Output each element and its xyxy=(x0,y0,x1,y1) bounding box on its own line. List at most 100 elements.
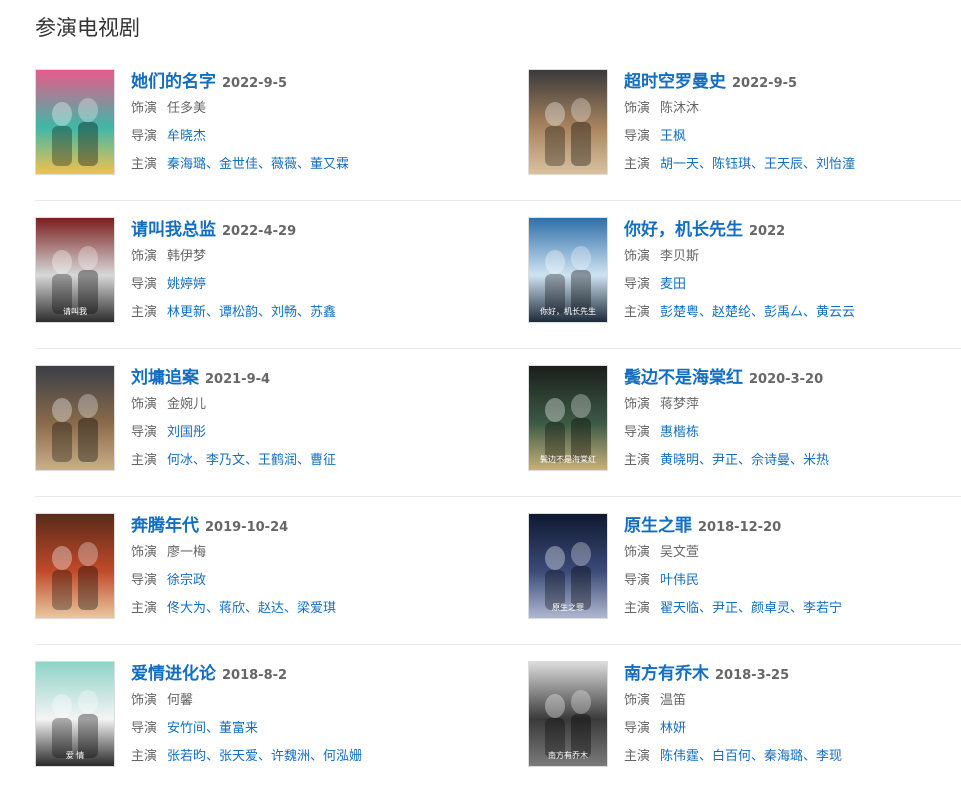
director-link[interactable]: 惠楷栋 xyxy=(660,425,699,440)
poster-image[interactable]: 爱 情 xyxy=(35,661,115,767)
drama-title-link[interactable]: 请叫我总监 xyxy=(131,220,216,240)
director-link[interactable]: 安竹间、董富来 xyxy=(167,721,258,736)
director-link[interactable]: 林妍 xyxy=(660,721,686,736)
cast-line: 主演 黄晓明、尹正、佘诗曼、米热 xyxy=(624,447,961,475)
cast-links[interactable]: 何冰、李乃文、王鹤润、曹征 xyxy=(167,453,336,468)
drama-title-link[interactable]: 南方有乔木 xyxy=(624,664,709,684)
drama-title-link[interactable]: 奔腾年代 xyxy=(131,516,199,536)
cast-label: 主演 xyxy=(624,305,651,320)
role-label: 饰演 xyxy=(624,397,651,412)
drama-title-link[interactable]: 超时空罗曼史 xyxy=(624,72,726,92)
poster-caption: 请叫我 xyxy=(63,306,87,316)
director-line: 导演 叶伟民 xyxy=(624,567,961,595)
role-name: 李贝斯 xyxy=(660,249,700,264)
cast-links[interactable]: 黄晓明、尹正、佘诗曼、米热 xyxy=(660,453,829,468)
director-label: 导演 xyxy=(624,129,651,144)
title-line: 奔腾年代 2019-10-24 xyxy=(131,513,481,539)
role-line: 饰演 李贝斯 xyxy=(624,243,961,271)
drama-card: 原生之罪 原生之罪 2018-12-20 饰演 吴文萱 导演 叶伟民 主演 翟天临、尹正… xyxy=(528,513,961,619)
director-link[interactable]: 麦田 xyxy=(660,277,686,292)
drama-info: 南方有乔木 2018-3-25 饰演 温笛 导演 林妍 主演 陈伟霆、白百何、秦海璐、李… xyxy=(624,661,961,771)
release-date: 2022-4-29 xyxy=(222,224,297,239)
cast-line: 主演 何冰、李乃文、王鹤润、曹征 xyxy=(131,447,481,475)
title-line: 南方有乔木 2018-3-25 xyxy=(624,661,961,687)
director-line: 导演 牟晓杰 xyxy=(131,123,481,151)
role-name: 韩伊梦 xyxy=(167,249,207,264)
drama-title-link[interactable]: 刘墉追案 xyxy=(131,368,199,388)
cast-links[interactable]: 彭楚粤、赵楚纶、彭禹厶、黄云云 xyxy=(660,305,855,320)
drama-grid: 她们的名字 2022-9-5 饰演 任多美 导演 牟晓杰 主演 秦海璐、金世佳、薇薇、董… xyxy=(35,53,961,792)
role-line: 饰演 任多美 xyxy=(131,95,481,123)
poster-art: 请叫我 xyxy=(36,218,114,322)
release-date: 2018-3-25 xyxy=(715,668,790,683)
role-label: 饰演 xyxy=(624,101,651,116)
role-line: 饰演 吴文萱 xyxy=(624,539,961,567)
role-line: 饰演 何馨 xyxy=(131,687,481,715)
director-label: 导演 xyxy=(624,573,651,588)
drama-info: 请叫我总监 2022-4-29 饰演 韩伊梦 导演 姚婷婷 主演 林更新、谭松韵、刘畅、… xyxy=(131,217,481,327)
director-link[interactable]: 牟晓杰 xyxy=(167,129,206,144)
poster-image[interactable]: 原生之罪 xyxy=(528,513,608,619)
poster-image[interactable] xyxy=(35,69,115,175)
poster-image[interactable]: 鬓边不是海棠红 xyxy=(528,365,608,471)
director-line: 导演 王枫 xyxy=(624,123,961,151)
drama-info: 爱情进化论 2018-8-2 饰演 何馨 导演 安竹间、董富来 主演 张若昀、张天爱、许… xyxy=(131,661,481,771)
director-link[interactable]: 徐宗政 xyxy=(167,573,206,588)
poster-image[interactable] xyxy=(35,365,115,471)
release-date: 2018-12-20 xyxy=(698,520,782,535)
drama-title-link[interactable]: 爱情进化论 xyxy=(131,664,216,684)
title-line: 刘墉追案 2021-9-4 xyxy=(131,365,481,391)
poster-art: 原生之罪 xyxy=(529,514,607,618)
poster-image[interactable]: 你好，机长先生 xyxy=(528,217,608,323)
poster-caption: 南方有乔木 xyxy=(548,750,588,760)
role-label: 饰演 xyxy=(131,545,158,560)
director-link[interactable]: 姚婷婷 xyxy=(167,277,206,292)
poster-image[interactable]: 请叫我 xyxy=(35,217,115,323)
poster-image[interactable] xyxy=(528,69,608,175)
drama-card: 请叫我 请叫我总监 2022-4-29 饰演 韩伊梦 导演 姚婷婷 主演 林更新、谭松韵… xyxy=(35,217,485,323)
drama-card: 鬓边不是海棠红 鬓边不是海棠红 2020-3-20 饰演 蒋梦萍 导演 惠楷栋 主演黄… xyxy=(528,365,961,471)
release-date: 2022-9-5 xyxy=(732,76,798,91)
director-line: 导演 惠楷栋 xyxy=(624,419,961,447)
drama-card: 南方有乔木 南方有乔木 2018-3-25 饰演 温笛 导演 林妍 主演 陈伟霆、白百何… xyxy=(528,661,961,767)
poster-image[interactable]: 南方有乔木 xyxy=(528,661,608,767)
cast-links[interactable]: 胡一天、陈钰琪、王天辰、刘怡潼 xyxy=(660,157,855,172)
poster-image[interactable] xyxy=(35,513,115,619)
drama-title-link[interactable]: 鬓边不是海棠红 xyxy=(624,368,743,388)
cast-label: 主演 xyxy=(131,157,158,172)
section-title: 参演电视剧 xyxy=(35,16,140,40)
cast-label: 主演 xyxy=(131,453,158,468)
drama-row: 爱 情 爱情进化论 2018-8-2 饰演 何馨 导演 安竹间、董富来 主演 张若昀、张… xyxy=(35,645,961,792)
drama-info: 她们的名字 2022-9-5 饰演 任多美 导演 牟晓杰 主演 秦海璐、金世佳、薇薇、董… xyxy=(131,69,481,179)
cast-links[interactable]: 陈伟霆、白百何、秦海璐、李现 xyxy=(660,749,842,764)
cast-links[interactable]: 张若昀、张天爱、许魏洲、何泓姗 xyxy=(167,749,362,764)
director-label: 导演 xyxy=(624,425,651,440)
cast-line: 主演 陈伟霆、白百何、秦海璐、李现 xyxy=(624,743,961,771)
cast-links[interactable]: 秦海璐、金世佳、薇薇、董又霖 xyxy=(167,157,349,172)
poster-caption: 爱 情 xyxy=(66,750,85,760)
role-name: 金婉儿 xyxy=(167,397,207,412)
cast-line: 主演 张若昀、张天爱、许魏洲、何泓姗 xyxy=(131,743,481,771)
director-link[interactable]: 叶伟民 xyxy=(660,573,699,588)
release-date: 2019-10-24 xyxy=(205,520,289,535)
drama-card: 你好，机长先生 你好，机长先生 2022 饰演 李贝斯 导演 麦田 主演 彭楚粤、赵楚纶… xyxy=(528,217,961,323)
cast-links[interactable]: 佟大为、蒋欣、赵达、梁爱琪 xyxy=(167,601,336,616)
drama-info: 奔腾年代 2019-10-24 饰演 廖一梅 导演 徐宗政 主演 佟大为、蒋欣、赵达、梁… xyxy=(131,513,481,623)
role-line: 饰演 金婉儿 xyxy=(131,391,481,419)
director-label: 导演 xyxy=(131,573,158,588)
drama-title-link[interactable]: 原生之罪 xyxy=(624,516,692,536)
poster-art: 南方有乔木 xyxy=(529,662,607,766)
role-label: 饰演 xyxy=(131,101,158,116)
poster-caption: 鬓边不是海棠红 xyxy=(540,454,596,464)
cast-links[interactable]: 林更新、谭松韵、刘畅、苏鑫 xyxy=(167,305,336,320)
role-line: 饰演 温笛 xyxy=(624,687,961,715)
director-line: 导演 麦田 xyxy=(624,271,961,299)
director-link[interactable]: 王枫 xyxy=(660,129,686,144)
drama-row: 她们的名字 2022-9-5 饰演 任多美 导演 牟晓杰 主演 秦海璐、金世佳、薇薇、董… xyxy=(35,53,961,201)
drama-title-link[interactable]: 她们的名字 xyxy=(131,72,216,92)
director-label: 导演 xyxy=(624,721,651,736)
role-name: 任多美 xyxy=(167,101,207,116)
drama-title-link[interactable]: 你好，机长先生 xyxy=(624,220,743,240)
cast-links[interactable]: 翟天临、尹正、颜卓灵、李若宁 xyxy=(660,601,842,616)
director-link[interactable]: 刘国彤 xyxy=(167,425,206,440)
